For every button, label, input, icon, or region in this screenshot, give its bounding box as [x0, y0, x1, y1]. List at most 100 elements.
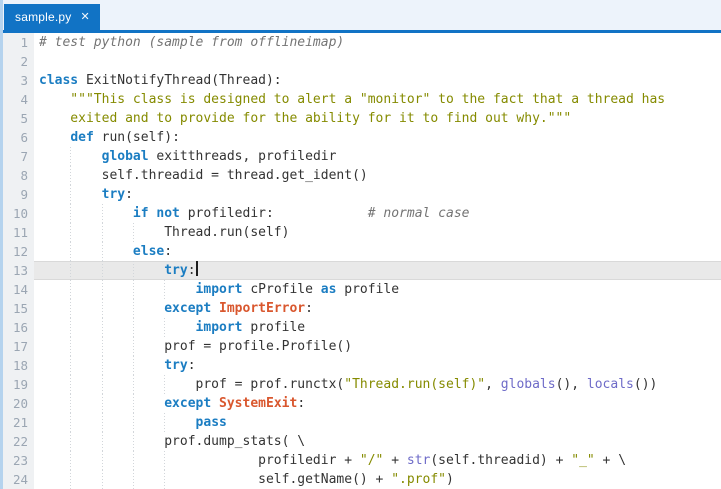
line-number[interactable]: 2 [0, 52, 34, 71]
code-token: global [102, 149, 149, 164]
code-line-12[interactable]: 12 else: [0, 242, 721, 261]
code-line-3[interactable]: 3class ExitNotifyThread(Thread): [0, 71, 721, 90]
indent-guide [133, 375, 134, 394]
code-line-23[interactable]: 23 profiledir + "/" + str(self.threadid)… [0, 451, 721, 470]
line-number[interactable]: 10 [0, 204, 34, 223]
indent-guide [70, 394, 71, 413]
line-number[interactable]: 7 [0, 147, 34, 166]
text-cursor [196, 261, 198, 276]
code-line-content: self.getName() + ".prof") [34, 470, 721, 489]
line-number[interactable]: 19 [0, 375, 34, 394]
code-line-content [34, 52, 721, 71]
line-number[interactable]: 16 [0, 318, 34, 337]
indent-guide [102, 337, 103, 356]
indent-guide [102, 432, 103, 451]
indent-guide [164, 280, 165, 299]
indent-guide [70, 375, 71, 394]
code-line-21[interactable]: 21 pass [0, 413, 721, 432]
code-token: "/" [360, 453, 383, 468]
line-number[interactable]: 13 [0, 261, 34, 280]
code-token: profile [243, 320, 306, 335]
indent-guide [102, 280, 103, 299]
code-line-10[interactable]: 10 if not profiledir: # normal case [0, 204, 721, 223]
indent-guide [133, 413, 134, 432]
code-token [39, 206, 133, 221]
indent-guide [70, 432, 71, 451]
code-line-content: else: [34, 242, 721, 261]
code-token: : [164, 244, 172, 259]
code-line-4[interactable]: 4 """This class is designed to alert a "… [0, 90, 721, 109]
code-line-5[interactable]: 5 exited and to provide for the ability … [0, 109, 721, 128]
indent-guide [70, 451, 71, 470]
code-line-6[interactable]: 6 def run(self): [0, 128, 721, 147]
indent-guide [133, 299, 134, 318]
line-number[interactable]: 1 [0, 33, 34, 52]
code-token: except [164, 396, 211, 411]
code-line-20[interactable]: 20 except SystemExit: [0, 394, 721, 413]
code-line-2[interactable]: 2 [0, 52, 721, 71]
indent-guide [70, 204, 71, 223]
code-token: not [156, 206, 179, 221]
code-line-15[interactable]: 15 except ImportError: [0, 299, 721, 318]
close-icon[interactable]: ✕ [81, 12, 90, 23]
code-token: "_" [571, 453, 594, 468]
line-number[interactable]: 14 [0, 280, 34, 299]
code-token: : [125, 187, 133, 202]
code-line-8[interactable]: 8 self.threadid = thread.get_ident() [0, 166, 721, 185]
line-number[interactable]: 23 [0, 451, 34, 470]
code-line-7[interactable]: 7 global exitthreads, profiledir [0, 147, 721, 166]
code-token: exitthreads, profiledir [149, 149, 337, 164]
code-line-11[interactable]: 11 Thread.run(self) [0, 223, 721, 242]
line-number[interactable]: 8 [0, 166, 34, 185]
indent-guide [70, 280, 71, 299]
indent-guide [102, 394, 103, 413]
line-number[interactable]: 22 [0, 432, 34, 451]
code-editor-window: sample.py ✕ 1 # test python (sample from … [0, 0, 721, 489]
code-token: SystemExit [219, 396, 297, 411]
code-token: import [196, 320, 243, 335]
line-number[interactable]: 6 [0, 128, 34, 147]
code-token: : [297, 396, 305, 411]
code-token: exited and to provide for the ability fo… [39, 111, 571, 126]
code-token: , [485, 377, 501, 392]
code-line-14[interactable]: 14 import cProfile as profile [0, 280, 721, 299]
code-line-22[interactable]: 22 prof.dump_stats( \ [0, 432, 721, 451]
code-editor[interactable]: 1 # test python (sample from offlineimap)… [0, 33, 721, 489]
code-line-content: def run(self): [34, 128, 721, 147]
line-number[interactable]: 15 [0, 299, 34, 318]
line-number[interactable]: 17 [0, 337, 34, 356]
code-line-18[interactable]: 18 try: [0, 356, 721, 375]
indent-guide [133, 451, 134, 470]
code-token: ExitNotifyThread(Thread): [78, 73, 282, 88]
code-line-1[interactable]: 1 # test python (sample from offlineimap) [0, 33, 721, 52]
code-line-16[interactable]: 16 import profile [0, 318, 721, 337]
code-line-13[interactable]: 13 try: [0, 261, 721, 280]
code-line-24[interactable]: 24 self.getName() + ".prof") [0, 470, 721, 489]
line-number[interactable]: 24 [0, 470, 34, 489]
line-number[interactable]: 12 [0, 242, 34, 261]
line-number[interactable]: 18 [0, 356, 34, 375]
code-line-9[interactable]: 9 try: [0, 185, 721, 204]
code-line-content: prof.dump_stats( \ [34, 432, 721, 451]
code-token: prof = prof.runctx( [39, 377, 344, 392]
tab-sample-py[interactable]: sample.py ✕ [4, 4, 100, 30]
code-line-content: exited and to provide for the ability fo… [34, 109, 721, 128]
code-line-17[interactable]: 17 prof = profile.Profile() [0, 337, 721, 356]
line-number[interactable]: 21 [0, 413, 34, 432]
code-line-19[interactable]: 19 prof = prof.runctx("Thread.run(self)"… [0, 375, 721, 394]
line-number[interactable]: 11 [0, 223, 34, 242]
indent-guide [102, 413, 103, 432]
code-line-content: except ImportError: [34, 299, 721, 318]
line-number[interactable]: 20 [0, 394, 34, 413]
line-number[interactable]: 4 [0, 90, 34, 109]
code-line-content: """This class is designed to alert a "mo… [34, 90, 721, 109]
code-token: run(self): [94, 130, 180, 145]
code-token: if [133, 206, 149, 221]
code-token: # test python (sample from offlineimap) [39, 35, 344, 50]
line-number[interactable]: 3 [0, 71, 34, 90]
code-token: self.threadid = thread.get_ident() [39, 168, 368, 183]
indent-guide [70, 337, 71, 356]
code-line-content: try: [34, 261, 721, 280]
line-number[interactable]: 9 [0, 185, 34, 204]
line-number[interactable]: 5 [0, 109, 34, 128]
